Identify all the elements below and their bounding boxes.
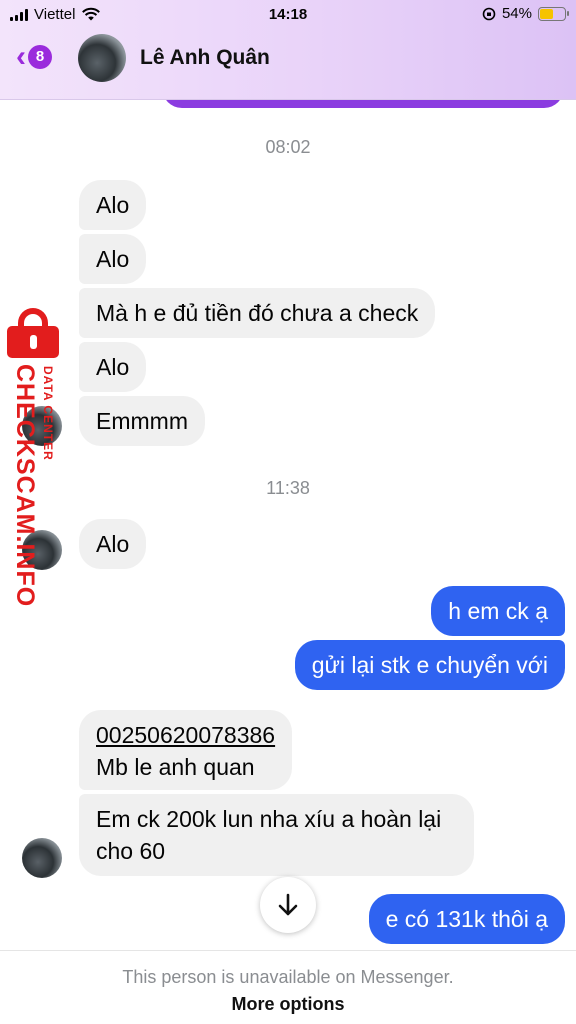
account-number-link[interactable]: 00250620078386 [96, 719, 275, 751]
contact-name[interactable]: Lê Anh Quân [140, 46, 270, 70]
timestamp: 11:38 [266, 478, 310, 498]
orientation-lock-icon [482, 7, 496, 20]
account-name: Mb le anh quan [96, 754, 255, 780]
back-button[interactable]: ‹ 8 [16, 42, 52, 72]
back-chevron-icon: ‹ [16, 40, 26, 73]
lock-icon [5, 308, 61, 358]
contact-avatar[interactable] [78, 34, 126, 82]
more-options-button[interactable]: More options [0, 994, 576, 1015]
unread-count-badge: 8 [28, 45, 52, 69]
incoming-message[interactable]: Alo [79, 234, 147, 284]
status-bar: Viettel 14:18 54% [0, 4, 576, 28]
incoming-message[interactable]: Emmmm [79, 396, 205, 446]
battery-percent: 54% [501, 5, 532, 22]
contact-avatar-small [22, 838, 62, 878]
timestamp: 08:02 [265, 137, 311, 157]
top-bar: Viettel 14:18 54% ‹ 8 Lê Anh Quân [0, 0, 576, 100]
unavailable-notice: This person is unavailable on Messenger. [122, 967, 454, 987]
incoming-message[interactable]: Alo [79, 342, 147, 392]
battery-icon [538, 6, 569, 21]
watermark-main-text: CHECKSCAM.INFO [11, 364, 39, 608]
incoming-message[interactable]: Alo [79, 519, 147, 569]
composer-footer: This person is unavailable on Messenger.… [0, 950, 576, 1024]
outgoing-message[interactable]: gửi lại stk e chuyển với [294, 640, 565, 690]
outgoing-message[interactable]: e có 131k thôi ạ [368, 894, 565, 944]
watermark-sub-text: DATA CENTER [41, 366, 55, 461]
incoming-message[interactable]: Em ck 200k lun nha xíu a hoàn lại cho 60 [79, 794, 474, 876]
incoming-message[interactable]: 00250620078386 Mb le anh quan [79, 710, 293, 790]
incoming-message[interactable]: Mà h e đủ tiền đó chưa a check [79, 288, 436, 338]
scroll-down-icon [278, 893, 298, 916]
incoming-message[interactable]: Alo [79, 180, 147, 230]
watermark: CHECKSCAM.INFO DATA CENTER [3, 308, 61, 607]
chat-header: ‹ 8 Lê Anh Quân [0, 32, 576, 88]
scroll-to-bottom-button[interactable] [260, 877, 316, 933]
outgoing-message[interactable]: h em ck ạ [431, 586, 565, 636]
